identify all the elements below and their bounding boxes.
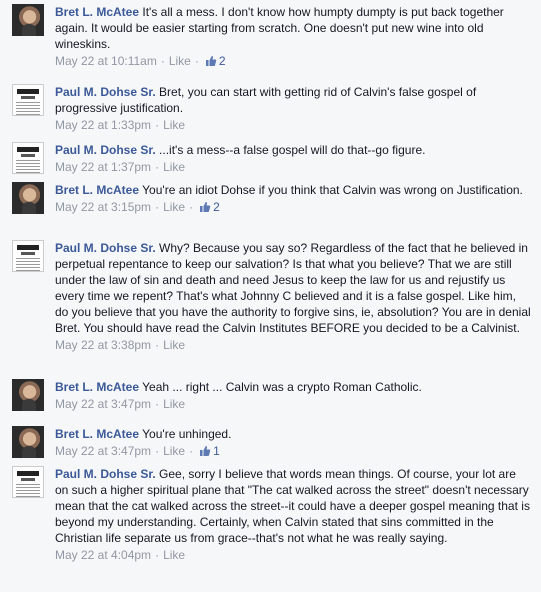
like-count-button[interactable]: 2 (199, 199, 220, 215)
separator-dot: · (189, 444, 194, 458)
comment-author-link[interactable]: Bret L. McAtee (55, 183, 139, 197)
comment-timestamp-link[interactable]: May 22 at 3:38pm (55, 337, 151, 353)
comment-author-link[interactable]: Bret L. McAtee (55, 5, 139, 19)
comment-thread: Bret L. McAtee It's all a mess. I don't … (0, 0, 541, 592)
comment-text-block: Bret L. McAtee It's all a mess. I don't … (55, 4, 531, 52)
like-link[interactable]: Like (163, 547, 185, 563)
avatar[interactable] (12, 379, 44, 411)
separator-dot: · (155, 160, 160, 174)
comment-message: Yeah ... right ... Calvin was a crypto R… (142, 380, 422, 394)
comment-meta: May 22 at 10:11am · Like · 2 (55, 53, 531, 69)
comment-body: Paul M. Dohse Sr. Bret, you can start wi… (55, 84, 531, 133)
comment-text-block: Bret L. McAtee You're an idiot Dohse if … (55, 182, 531, 198)
comment-meta: May 22 at 3:47pm · Like (55, 396, 531, 412)
separator-dot: · (155, 200, 160, 214)
comment-meta: May 22 at 1:37pm · Like (55, 159, 531, 175)
comment-body: Paul M. Dohse Sr. ...it's a mess--a fals… (55, 142, 531, 175)
comment-timestamp-link[interactable]: May 22 at 1:37pm (55, 159, 151, 175)
like-link[interactable]: Like (163, 396, 185, 412)
separator-dot: · (155, 118, 160, 132)
comment-timestamp-link[interactable]: May 22 at 4:04pm (55, 547, 151, 563)
comment-timestamp-link[interactable]: May 22 at 3:47pm (55, 396, 151, 412)
avatar[interactable] (12, 142, 44, 174)
separator-dot: · (189, 200, 194, 214)
thumbs-up-icon (199, 201, 211, 213)
separator-dot: · (160, 54, 165, 68)
comment-message: ...it's a mess--a false gospel will do t… (159, 143, 426, 157)
like-count-button[interactable]: 1 (199, 443, 220, 459)
comment-meta: May 22 at 4:04pm · Like (55, 547, 531, 563)
separator-dot: · (155, 548, 160, 562)
comment-timestamp-link[interactable]: May 22 at 1:33pm (55, 117, 151, 133)
comment-body: Paul M. Dohse Sr. Why? Because you say s… (55, 240, 531, 353)
comment-text-block: Paul M. Dohse Sr. Why? Because you say s… (55, 240, 531, 336)
like-link[interactable]: Like (163, 117, 185, 133)
comment-body: Bret L. McAtee Yeah ... right ... Calvin… (55, 379, 531, 412)
comment-meta: May 22 at 3:47pm · Like · 1 (55, 443, 531, 459)
comment-text-block: Paul M. Dohse Sr. Bret, you can start wi… (55, 84, 531, 116)
comment-message: You're an idiot Dohse if you think that … (142, 183, 523, 197)
like-link[interactable]: Like (169, 53, 191, 69)
comment-author-link[interactable]: Paul M. Dohse Sr. (55, 241, 156, 255)
like-link[interactable]: Like (163, 159, 185, 175)
like-link[interactable]: Like (163, 199, 185, 215)
like-link[interactable]: Like (163, 337, 185, 353)
comment-text-block: Bret L. McAtee You're unhinged. (55, 426, 531, 442)
separator-dot: · (155, 444, 160, 458)
avatar[interactable] (12, 466, 44, 498)
avatar[interactable] (12, 84, 44, 116)
comment-timestamp-link[interactable]: May 22 at 3:15pm (55, 199, 151, 215)
comment-message: Why? Because you say so? Regardless of t… (55, 241, 531, 335)
comment-body: Bret L. McAtee You're unhinged. May 22 at… (55, 426, 531, 459)
avatar[interactable] (12, 4, 44, 36)
comment-author-link[interactable]: Paul M. Dohse Sr. (55, 85, 156, 99)
comment-meta: May 22 at 3:15pm · Like · 2 (55, 199, 531, 215)
comment-author-link[interactable]: Paul M. Dohse Sr. (55, 143, 156, 157)
like-count: 1 (213, 444, 220, 458)
comment-author-link[interactable]: Paul M. Dohse Sr. (55, 467, 156, 481)
like-count: 2 (213, 200, 220, 214)
comment-body: Bret L. McAtee You're an idiot Dohse if … (55, 182, 531, 215)
comment-meta: May 22 at 3:38pm · Like (55, 337, 531, 353)
comment-message: You're unhinged. (142, 427, 232, 441)
like-count-button[interactable]: 2 (205, 53, 226, 69)
like-link[interactable]: Like (163, 443, 185, 459)
avatar[interactable] (12, 240, 44, 272)
comment-author-link[interactable]: Bret L. McAtee (55, 427, 139, 441)
comment-timestamp-link[interactable]: May 22 at 10:11am (55, 53, 157, 69)
comment-text-block: Paul M. Dohse Sr. Gee, sorry I believe t… (55, 466, 531, 546)
thumbs-up-icon (199, 445, 211, 457)
comment-author-link[interactable]: Bret L. McAtee (55, 380, 139, 394)
separator-dot: · (155, 338, 160, 352)
avatar[interactable] (12, 182, 44, 214)
comment-meta: May 22 at 1:33pm · Like (55, 117, 531, 133)
comment-text-block: Bret L. McAtee Yeah ... right ... Calvin… (55, 379, 531, 395)
comment-timestamp-link[interactable]: May 22 at 3:47pm (55, 443, 151, 459)
comment-body: Paul M. Dohse Sr. Gee, sorry I believe t… (55, 466, 531, 563)
thumbs-up-icon (205, 55, 217, 67)
avatar[interactable] (12, 426, 44, 458)
separator-dot: · (194, 54, 199, 68)
like-count: 2 (218, 54, 226, 68)
comment-text-block: Paul M. Dohse Sr. ...it's a mess--a fals… (55, 142, 531, 158)
separator-dot: · (155, 397, 160, 411)
comment-body: Bret L. McAtee It's all a mess. I don't … (55, 4, 531, 69)
